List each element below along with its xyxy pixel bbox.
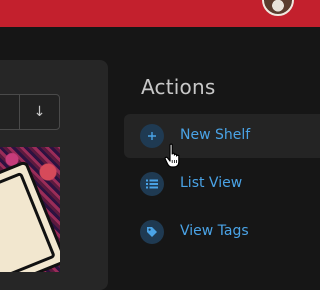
user-avatar[interactable]	[262, 0, 294, 16]
arrow-down-icon: ↓	[33, 104, 46, 120]
list-view-action[interactable]: List View	[124, 162, 320, 206]
cover-artwork	[0, 160, 60, 272]
shelf-toolbar: ↓	[0, 94, 60, 130]
shelf-book-cover[interactable]	[0, 147, 60, 272]
new-shelf-action[interactable]: New Shelf	[124, 114, 320, 158]
new-shelf-label: New Shelf	[180, 127, 251, 143]
tag-icon	[140, 220, 164, 244]
list-view-label: List View	[180, 175, 243, 191]
view-tags-action[interactable]: View Tags	[124, 210, 320, 254]
actions-heading: Actions	[141, 75, 216, 99]
hand-pointer-cursor-icon	[164, 143, 180, 168]
plus-icon	[140, 124, 164, 148]
top-header-bar: ˙	[0, 0, 320, 27]
list-icon	[140, 172, 164, 196]
sort-direction-button[interactable]: ↓	[19, 95, 59, 129]
view-tags-label: View Tags	[180, 223, 249, 239]
header-glyph: ˙	[216, 0, 223, 6]
